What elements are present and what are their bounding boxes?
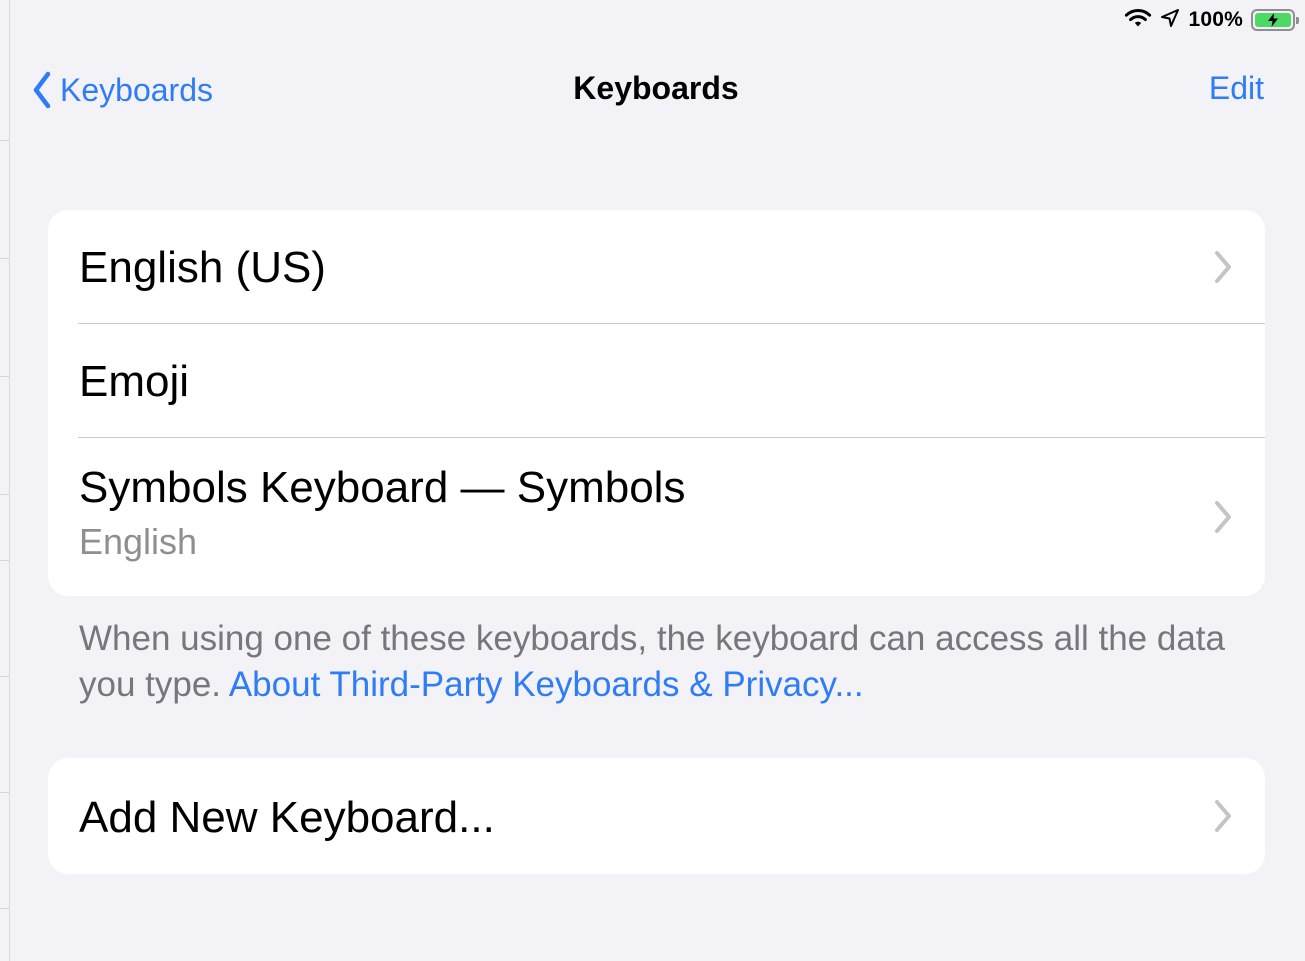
battery-nub [1296, 17, 1299, 24]
add-new-keyboard-label: Add New Keyboard... [79, 793, 495, 842]
status-bar: 100% [1124, 6, 1299, 34]
charging-bolt-icon [1268, 13, 1278, 27]
edge-divider [0, 494, 9, 495]
edge-divider [0, 258, 9, 259]
third-party-privacy-link[interactable]: About Third-Party Keyboards & Privacy... [229, 665, 864, 704]
battery-level [1255, 13, 1291, 27]
keyboard-row-sublabel: English [79, 521, 198, 562]
add-new-keyboard-row[interactable]: Add New Keyboard... [48, 758, 1265, 874]
add-keyboard-group: Add New Keyboard... [48, 758, 1265, 874]
edit-button[interactable]: Edit [1209, 70, 1264, 107]
keyboard-row-english-us[interactable]: English (US) [48, 210, 1265, 323]
page-title: Keyboards [573, 70, 739, 106]
edge-divider [0, 140, 9, 141]
keyboard-row-label: Symbols Keyboard — Symbols [79, 463, 686, 512]
keyboard-row-label: Emoji [79, 357, 190, 406]
edge-divider [0, 376, 9, 377]
wifi-icon [1124, 7, 1152, 34]
keyboards-list: English (US) Emoji Symbols Keyboard — Sy… [48, 210, 1265, 596]
edge-divider [0, 908, 9, 909]
keyboard-row-label: English (US) [79, 243, 326, 292]
battery-percent: 100% [1188, 8, 1243, 31]
keyboard-row-symbols[interactable]: Symbols Keyboard — Symbols English [48, 438, 1265, 596]
location-arrow-icon [1160, 8, 1180, 33]
chevron-right-icon [1215, 501, 1231, 533]
edge-divider [0, 560, 9, 561]
chevron-right-icon [1215, 800, 1231, 832]
battery-icon [1251, 9, 1299, 31]
edge-divider [0, 792, 9, 793]
privacy-footer-note: When using one of these keyboards, the k… [79, 616, 1269, 708]
keyboard-row-emoji[interactable]: Emoji [48, 324, 1265, 437]
split-view-edge [0, 0, 10, 961]
chevron-right-icon [1215, 251, 1231, 283]
edge-divider [0, 676, 9, 677]
